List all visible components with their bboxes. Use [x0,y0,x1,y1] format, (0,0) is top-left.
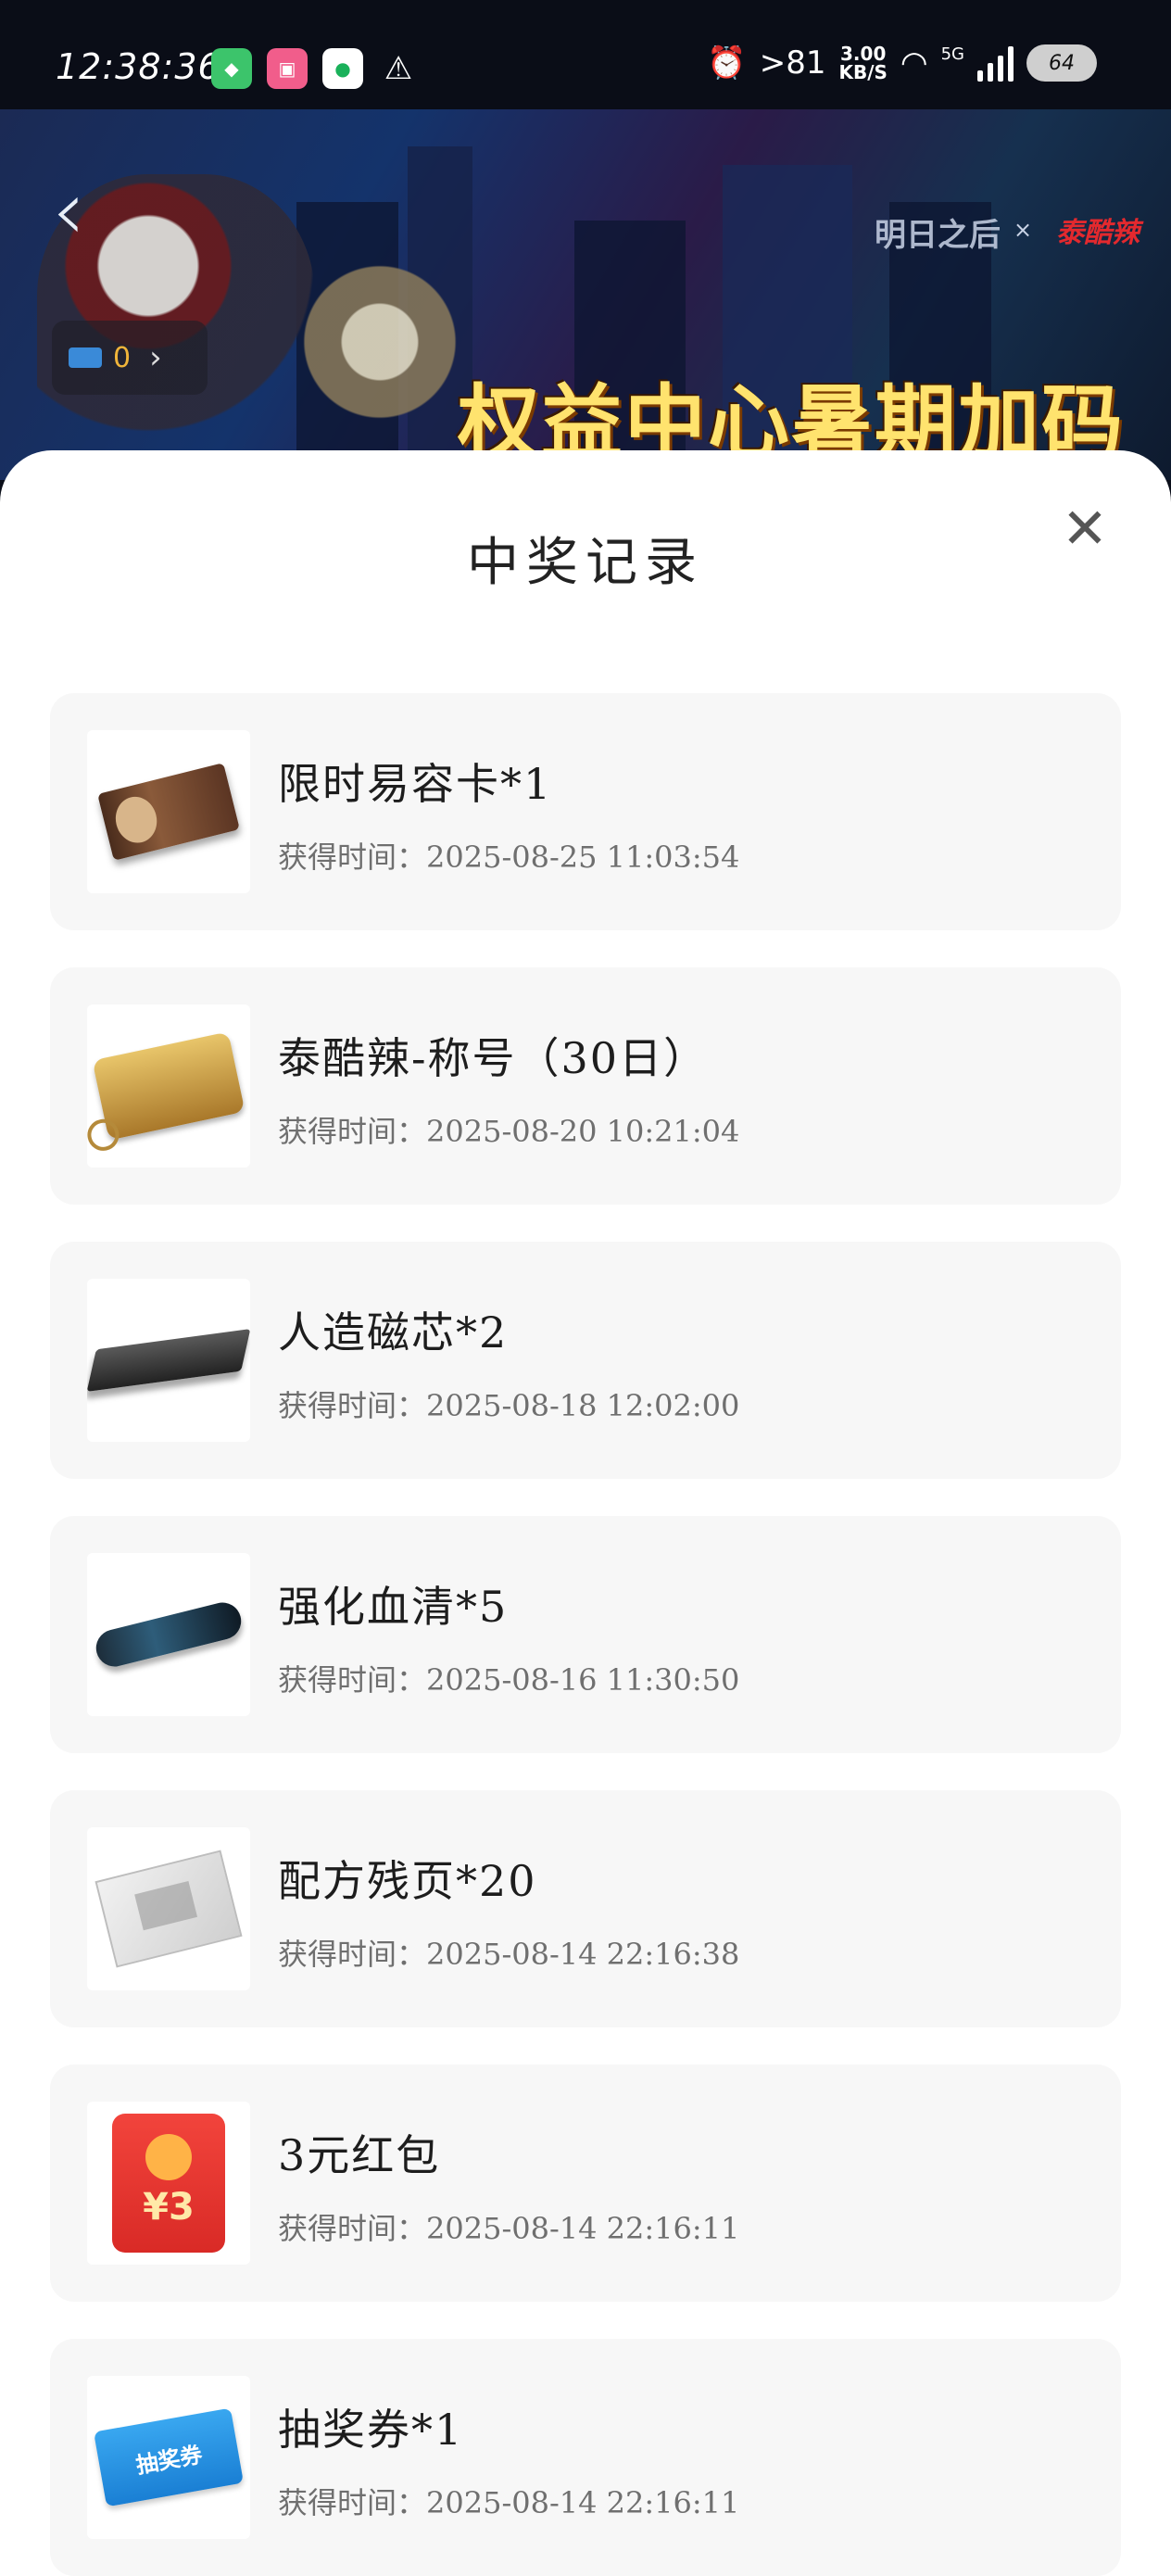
record-list: 限时易容卡*1 获得时间：2025-08-25 11:03:54 泰酷辣-称号（… [50,693,1121,2576]
back-button[interactable]: ‹ [52,170,107,258]
alarm-icon: ⏰ [707,44,747,82]
item-name: 强化血清*5 [278,1582,509,1632]
item-name: 3元红包 [278,2130,441,2180]
brand-logo-left: 明日之后 [875,217,1001,254]
brand-separator: × [1014,217,1033,243]
chevron-right-icon: › [149,339,162,376]
cell-signal-icon [977,44,1014,82]
signal-strength: >81 [759,44,826,82]
item-time: 获得时间：2025-08-25 11:03:54 [278,840,740,875]
record-item: 人造磁芯*2 获得时间：2025-08-18 12:02:00 [50,1242,1121,1479]
record-item: 限时易容卡*1 获得时间：2025-08-25 11:03:54 [50,693,1121,930]
close-button[interactable]: ✕ [1060,501,1110,557]
record-item: 抽奖券 抽奖券*1 获得时间：2025-08-14 22:16:11 [50,2339,1121,2576]
item-name: 限时易容卡*1 [278,759,553,809]
net-speed: 3.00 KB/S [838,43,888,83]
promo-banner: ‹ 0 › 明日之后 × 泰酷辣 权益中心暑期加码 [0,109,1171,480]
bilibili-app-icon: ▣ [267,48,308,89]
item-name: 泰酷辣-称号（30日） [278,1033,709,1083]
shop-app-icon: ◆ [211,48,252,89]
wifi-icon: ◠ [900,44,928,82]
network-type: 5G [940,44,964,64]
status-bar: 12:38:36 ◆ ▣ ● ⚠ ⏰ >81 3.00 KB/S ◠ 5G 64 [0,0,1171,109]
disguise-card-thumbnail [87,730,250,893]
title-tag-thumbnail [87,1004,250,1168]
recipe-page-thumbnail [87,1827,250,1990]
record-item: 泰酷辣-称号（30日） 获得时间：2025-08-20 10:21:04 [50,967,1121,1205]
record-item: ¥3 3元红包 获得时间：2025-08-14 22:16:11 [50,2065,1121,2302]
item-name: 抽奖券*1 [278,2405,464,2455]
notification-icons: ◆ ▣ ● ⚠ [211,48,419,89]
item-name: 配方残页*20 [278,1856,537,1906]
serum-thumbnail [87,1553,250,1716]
record-item: 强化血清*5 获得时间：2025-08-16 11:30:50 [50,1516,1121,1753]
prize-record-sheet: 中奖记录 ✕ 限时易容卡*1 获得时间：2025-08-25 11:03:54 … [0,450,1171,2576]
item-time: 获得时间：2025-08-16 11:30:50 [278,1662,740,1698]
status-time: 12:38:36 [56,46,221,87]
item-name: 人造磁芯*2 [278,1307,509,1357]
red-packet-thumbnail: ¥3 [87,2102,250,2265]
magnetic-core-thumbnail [87,1279,250,1442]
item-time: 获得时间：2025-08-14 22:16:38 [278,1937,740,1972]
coin-count: 0 [113,341,132,374]
status-indicators: ⏰ >81 3.00 KB/S ◠ 5G 64 [707,44,1097,82]
brand-logo-right: 泰酷辣 [1056,217,1140,249]
record-item: 配方残页*20 获得时间：2025-08-14 22:16:38 [50,1790,1121,2027]
sheet-title: 中奖记录 [467,533,704,593]
ticket-icon [69,347,102,368]
lottery-ticket-thumbnail: 抽奖券 [87,2376,250,2539]
warning-icon: ⚠ [384,50,413,87]
item-time: 获得时间：2025-08-14 22:16:11 [278,2485,740,2520]
coin-balance[interactable]: 0 › [52,321,208,395]
heroine-character-image [278,258,482,480]
item-time: 获得时间：2025-08-18 12:02:00 [278,1388,740,1423]
item-time: 获得时间：2025-08-14 22:16:11 [278,2211,740,2246]
item-time: 获得时间：2025-08-20 10:21:04 [278,1114,740,1149]
battery-icon: 64 [1026,44,1097,82]
chat-app-icon: ● [322,48,363,89]
